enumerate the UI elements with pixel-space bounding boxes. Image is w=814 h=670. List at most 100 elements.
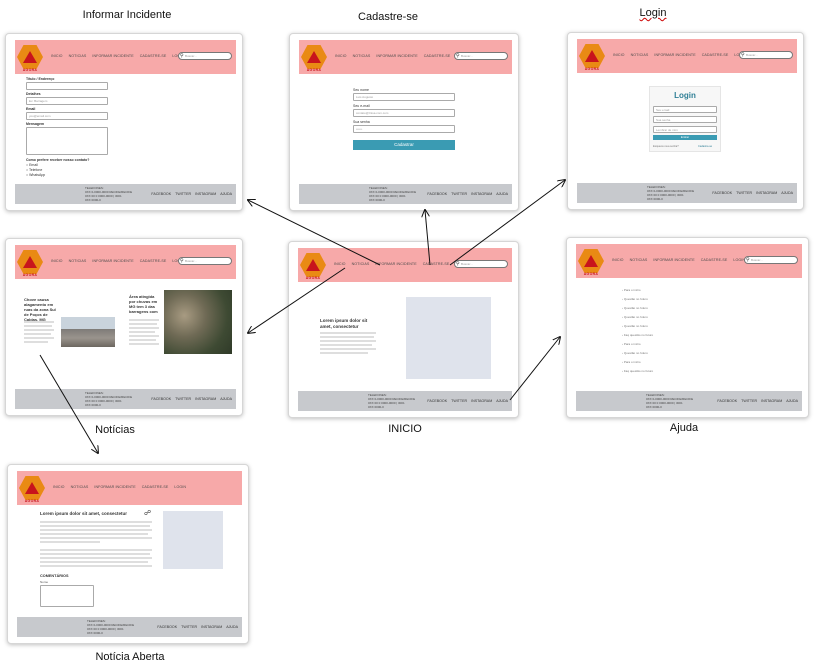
twitter-link[interactable]: TWITTER bbox=[175, 192, 191, 196]
search-input[interactable]: ⚲ Buscar... bbox=[178, 52, 232, 60]
instagram-link[interactable]: INSTAGRAM bbox=[756, 191, 777, 195]
faq-item[interactable]: › Questão no futuro bbox=[622, 297, 648, 301]
nav-informar-incidente[interactable]: INFORMAR INCIDENTE bbox=[654, 53, 695, 57]
faq-item[interactable]: › Faq questão no futuro bbox=[622, 369, 653, 373]
faq-item[interactable]: › Questão no futuro bbox=[622, 315, 648, 319]
twitter-link[interactable]: TWITTER bbox=[451, 192, 467, 196]
nav-cadastre-se[interactable]: CADASTRE-SE bbox=[423, 262, 450, 266]
instagram-link[interactable]: INSTAGRAM bbox=[195, 192, 216, 196]
twitter-link[interactable]: TWITTER bbox=[181, 625, 197, 629]
news-headline-2[interactable]: Área atingida por chuvas em MG tem 3 das… bbox=[129, 294, 161, 314]
nav-login[interactable]: LOGIN bbox=[174, 485, 186, 489]
nav-inicio[interactable]: INICIO bbox=[612, 258, 624, 262]
agora-logo: AGORA bbox=[17, 45, 43, 73]
ajuda-link[interactable]: AJUDA bbox=[496, 399, 508, 403]
search-input[interactable]: ⚲ Buscar... bbox=[454, 52, 508, 60]
instagram-link[interactable]: INSTAGRAM bbox=[471, 192, 492, 196]
facebook-link[interactable]: FACEBOOK bbox=[427, 399, 447, 403]
search-input[interactable]: ⚲ Buscar... bbox=[454, 260, 508, 268]
faq-item[interactable]: › Questão no futuro bbox=[622, 351, 648, 355]
nav-cadastre-se[interactable]: CADASTRE-SE bbox=[701, 258, 728, 262]
radio-option[interactable]: ○ Email bbox=[26, 163, 38, 167]
twitter-link[interactable]: TWITTER bbox=[736, 191, 752, 195]
facebook-link[interactable]: FACEBOOK bbox=[151, 397, 171, 401]
faq-item[interactable]: › Para o início bbox=[622, 288, 641, 292]
ajuda-link[interactable]: AJUDA bbox=[220, 192, 232, 196]
nav-noticias[interactable]: NOTICIAS bbox=[352, 262, 370, 266]
login-password-input[interactable]: Sua senha bbox=[653, 116, 717, 123]
entrar-button[interactable]: Entrar bbox=[653, 135, 717, 140]
ajuda-link[interactable]: AJUDA bbox=[786, 399, 798, 403]
instagram-link[interactable]: INSTAGRAM bbox=[471, 399, 492, 403]
twitter-link[interactable]: TWITTER bbox=[175, 397, 191, 401]
instagram-link[interactable]: INSTAGRAM bbox=[761, 399, 782, 403]
title-input[interactable] bbox=[26, 82, 108, 90]
instagram-link[interactable]: INSTAGRAM bbox=[195, 397, 216, 401]
ajuda-link[interactable]: AJUDA bbox=[781, 191, 793, 195]
nav-inicio[interactable]: INICIO bbox=[53, 485, 65, 489]
faq-item[interactable]: › Para o início bbox=[622, 360, 641, 364]
image-placeholder bbox=[406, 297, 491, 379]
footer-address: TELEFONES: 0XX 0-0000-0000 RECIFE/RECIFE 0… bbox=[85, 186, 133, 202]
radio-option[interactable]: ○ Telefone bbox=[26, 168, 42, 172]
nav-cadastre-se[interactable]: CADASTRE-SE bbox=[702, 53, 729, 57]
twitter-link[interactable]: TWITTER bbox=[451, 399, 467, 403]
news-headline-1[interactable]: Chove causa alagamento em ruas da zona S… bbox=[24, 297, 60, 322]
nav-inicio[interactable]: INICIO bbox=[335, 54, 347, 58]
faq-item[interactable]: › Questão no futuro bbox=[622, 324, 648, 328]
search-input[interactable]: ⚲ Buscar... bbox=[178, 257, 232, 265]
nav-inicio[interactable]: INICIO bbox=[51, 54, 63, 58]
twitter-link[interactable]: TWITTER bbox=[741, 399, 757, 403]
nav-noticias[interactable]: NOTICIAS bbox=[69, 259, 87, 263]
password-input[interactable]: •••••• bbox=[353, 125, 455, 133]
ajuda-link[interactable]: AJUDA bbox=[496, 192, 508, 196]
email-input[interactable]: you@email.com bbox=[26, 112, 108, 120]
radio-option[interactable]: ○ WhatsApp bbox=[26, 173, 45, 177]
faq-item[interactable]: › Questão no futuro bbox=[622, 306, 648, 310]
cadastrar-button[interactable]: Cadastrar bbox=[353, 140, 455, 150]
nav-noticias[interactable]: NOTICIAS bbox=[353, 54, 371, 58]
nav-inicio[interactable]: INICIO bbox=[334, 262, 346, 266]
facebook-link[interactable]: FACEBOOK bbox=[157, 625, 177, 629]
nav-noticias[interactable]: NOTICIAS bbox=[69, 54, 87, 58]
nav-noticias[interactable]: NOTICIAS bbox=[631, 53, 649, 57]
login-email-input[interactable]: Seu email bbox=[653, 106, 717, 113]
facebook-link[interactable]: FACEBOOK bbox=[717, 399, 737, 403]
nav-informar-incidente[interactable]: INFORMAR INCIDENTE bbox=[375, 262, 416, 266]
search-icon: ⚲ bbox=[456, 261, 460, 267]
nav-cadastre-se[interactable]: CADASTRE-SE bbox=[142, 485, 169, 489]
faq-item[interactable]: › Para o início bbox=[622, 342, 641, 346]
share-icon[interactable]: ☍ bbox=[144, 509, 151, 517]
instagram-link[interactable]: INSTAGRAM bbox=[201, 625, 222, 629]
comment-textarea[interactable] bbox=[40, 585, 94, 607]
ajuda-link[interactable]: AJUDA bbox=[220, 397, 232, 401]
facebook-link[interactable]: FACEBOOK bbox=[151, 192, 171, 196]
email-input[interactable]: contato@Intsa.com.com bbox=[353, 109, 455, 117]
signup-link[interactable]: Cadastre-se bbox=[698, 145, 712, 148]
footer-links: FACEBOOK TWITTER INSTAGRAM AJUDA bbox=[717, 399, 798, 403]
nav-cadastre-se[interactable]: CADASTRE-SE bbox=[140, 54, 167, 58]
ajuda-link[interactable]: AJUDA bbox=[226, 625, 238, 629]
name-input[interactable]: Luis Augusto bbox=[353, 93, 455, 101]
site-footer: TELEFONES: 0XX 0-0000-0000 RECIFE/RECIFE 0… bbox=[15, 389, 236, 409]
nav-inicio[interactable]: INICIO bbox=[51, 259, 63, 263]
remember-checkbox[interactable]: Lembrar de mim bbox=[653, 126, 717, 133]
nav-informar-incidente[interactable]: INFORMAR INCIDENTE bbox=[653, 258, 694, 262]
nav-informar-incidente[interactable]: INFORMAR INCIDENTE bbox=[92, 54, 133, 58]
forgot-password-link[interactable]: Esqueceu sua senha? bbox=[653, 145, 679, 148]
search-input[interactable]: ⚲ Buscar... bbox=[744, 256, 798, 264]
nav-cadastre-se[interactable]: CADASTRE-SE bbox=[424, 54, 451, 58]
facebook-link[interactable]: FACEBOOK bbox=[712, 191, 732, 195]
message-textarea[interactable] bbox=[26, 127, 108, 155]
nav-informar-incidente[interactable]: INFORMAR INCIDENTE bbox=[92, 259, 133, 263]
nav-cadastre-se[interactable]: CADASTRE-SE bbox=[140, 259, 167, 263]
details-input[interactable]: Ex: Barragem bbox=[26, 97, 108, 105]
facebook-link[interactable]: FACEBOOK bbox=[427, 192, 447, 196]
nav-noticias[interactable]: NOTICIAS bbox=[71, 485, 89, 489]
search-input[interactable]: ⚲ Buscar... bbox=[739, 51, 793, 59]
nav-informar-incidente[interactable]: INFORMAR INCIDENTE bbox=[376, 54, 417, 58]
nav-informar-incidente[interactable]: INFORMAR INCIDENTE bbox=[94, 485, 135, 489]
nav-inicio[interactable]: INICIO bbox=[613, 53, 625, 57]
nav-noticias[interactable]: NOTICIAS bbox=[630, 258, 648, 262]
faq-item[interactable]: › Faq questão no futuro bbox=[622, 333, 653, 337]
